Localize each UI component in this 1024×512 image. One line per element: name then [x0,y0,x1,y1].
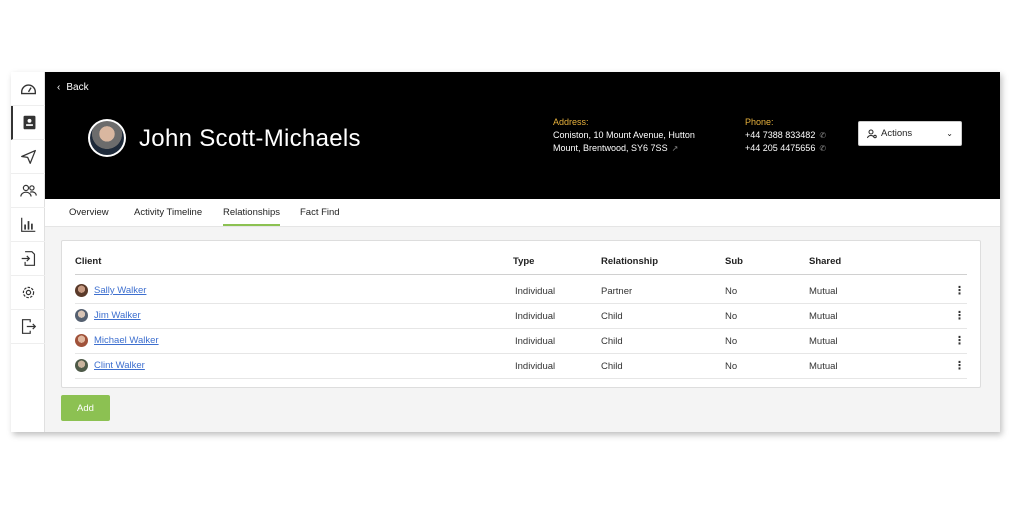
shared-cell: Mutual [809,336,838,347]
client-avatar [88,119,126,157]
users-icon [19,184,37,197]
client-link[interactable]: Michael Walker [94,335,159,346]
sub-cell: No [725,336,738,347]
external-link-icon[interactable]: ↗ [672,144,679,153]
client-cell: Sally Walker [75,284,146,297]
sidebar-item-contacts[interactable] [11,106,45,140]
table-row: Clint Walker Individual Child No Mutual … [75,354,967,379]
shared-cell: Mutual [809,361,838,372]
logout-icon [21,319,36,334]
sidebar-item-dashboard[interactable] [11,72,45,106]
table-row: Sally Walker Individual Partner No Mutua… [75,279,967,304]
column-header-shared: Shared [809,256,842,267]
sidebar [11,72,45,432]
sub-cell: No [725,286,738,297]
avatar [75,284,88,297]
column-header-sub: Sub [725,256,743,267]
tab-fact-find[interactable]: Fact Find [300,207,340,224]
row-menu-icon[interactable]: ⋮ [954,334,965,347]
table-row: Jim Walker Individual Child No Mutual ⋮ [75,304,967,329]
gear-icon [22,286,34,299]
phone-number-1: +44 7388 833482 [745,130,816,140]
send-icon [20,149,36,164]
sidebar-item-reports[interactable] [11,208,45,242]
phone-call-icon[interactable]: ✆ [819,131,826,140]
client-header: ‹ Back John Scott-Michaels Address: Coni… [45,72,1000,199]
client-link[interactable]: Clint Walker [94,360,145,371]
dashboard-icon [20,84,36,95]
phone-row-2: +44 205 4475656 ✆ [745,143,826,153]
column-header-relationship: Relationship [601,256,659,267]
row-menu-icon[interactable]: ⋮ [954,309,965,322]
sub-cell: No [725,311,738,322]
relationship-cell: Child [601,311,623,322]
actions-dropdown[interactable]: Actions ⌄ [858,121,962,146]
type-cell: Individual [515,286,556,297]
column-header-type: Type [513,256,535,267]
app-window: ‹ Back John Scott-Michaels Address: Coni… [11,72,1000,432]
relationship-cell: Child [601,336,623,347]
actions-label: Actions [881,128,913,139]
client-link[interactable]: Jim Walker [94,310,141,321]
shared-cell: Mutual [809,311,838,322]
sidebar-item-settings[interactable] [11,276,45,310]
column-header-client: Client [75,256,102,267]
address-line-1: Coniston, 10 Mount Avenue, Hutton [553,130,695,140]
row-menu-icon[interactable]: ⋮ [954,359,965,372]
bar-chart-icon [20,217,35,232]
relationships-table: Client Type Relationship Sub Shared Sall… [61,240,981,388]
type-cell: Individual [515,311,556,322]
shared-cell: Mutual [809,286,838,297]
phone-label: Phone: [745,117,774,127]
avatar [75,309,88,322]
sidebar-item-users[interactable] [11,174,45,208]
row-menu-icon[interactable]: ⋮ [954,284,965,297]
chevron-left-icon: ‹ [57,82,61,93]
type-cell: Individual [515,336,556,347]
user-settings-icon [867,129,877,138]
address-line-2-row: Mount, Brentwood, SY6 7SS ↗ [553,143,678,153]
sub-cell: No [725,361,738,372]
phone-row-1: +44 7388 833482 ✆ [745,130,826,140]
add-button[interactable]: Add [61,395,110,421]
tab-bar: Overview Activity Timeline Relationships… [45,199,1000,227]
header-divider [75,274,967,275]
phone-number-2: +44 205 4475656 [745,143,816,153]
document-import-icon [21,251,35,266]
client-link[interactable]: Sally Walker [94,285,146,296]
tab-relationships[interactable]: Relationships [223,207,281,226]
client-name: John Scott-Michaels [139,125,361,152]
sidebar-item-send[interactable] [11,140,45,174]
client-cell: Jim Walker [75,309,141,322]
relationship-cell: Child [601,361,623,372]
table-row: Michael Walker Individual Child No Mutua… [75,329,967,354]
chevron-down-icon: ⌄ [946,129,953,138]
relationship-cell: Partner [601,286,633,297]
back-label: Back [66,82,89,93]
avatar [75,334,88,347]
tab-activity-timeline[interactable]: Activity Timeline [134,207,202,224]
address-line-2: Mount, Brentwood, SY6 7SS [553,143,668,153]
back-link[interactable]: ‹ Back [57,82,89,93]
client-cell: Michael Walker [75,334,159,347]
sidebar-item-import[interactable] [11,242,45,276]
tab-overview[interactable]: Overview [69,207,109,224]
avatar [75,359,88,372]
type-cell: Individual [515,361,556,372]
sidebar-item-logout[interactable] [11,310,45,344]
client-cell: Clint Walker [75,359,145,372]
address-label: Address: [553,117,589,127]
contact-card-icon [23,115,35,130]
phone-call-icon[interactable]: ✆ [819,144,826,153]
